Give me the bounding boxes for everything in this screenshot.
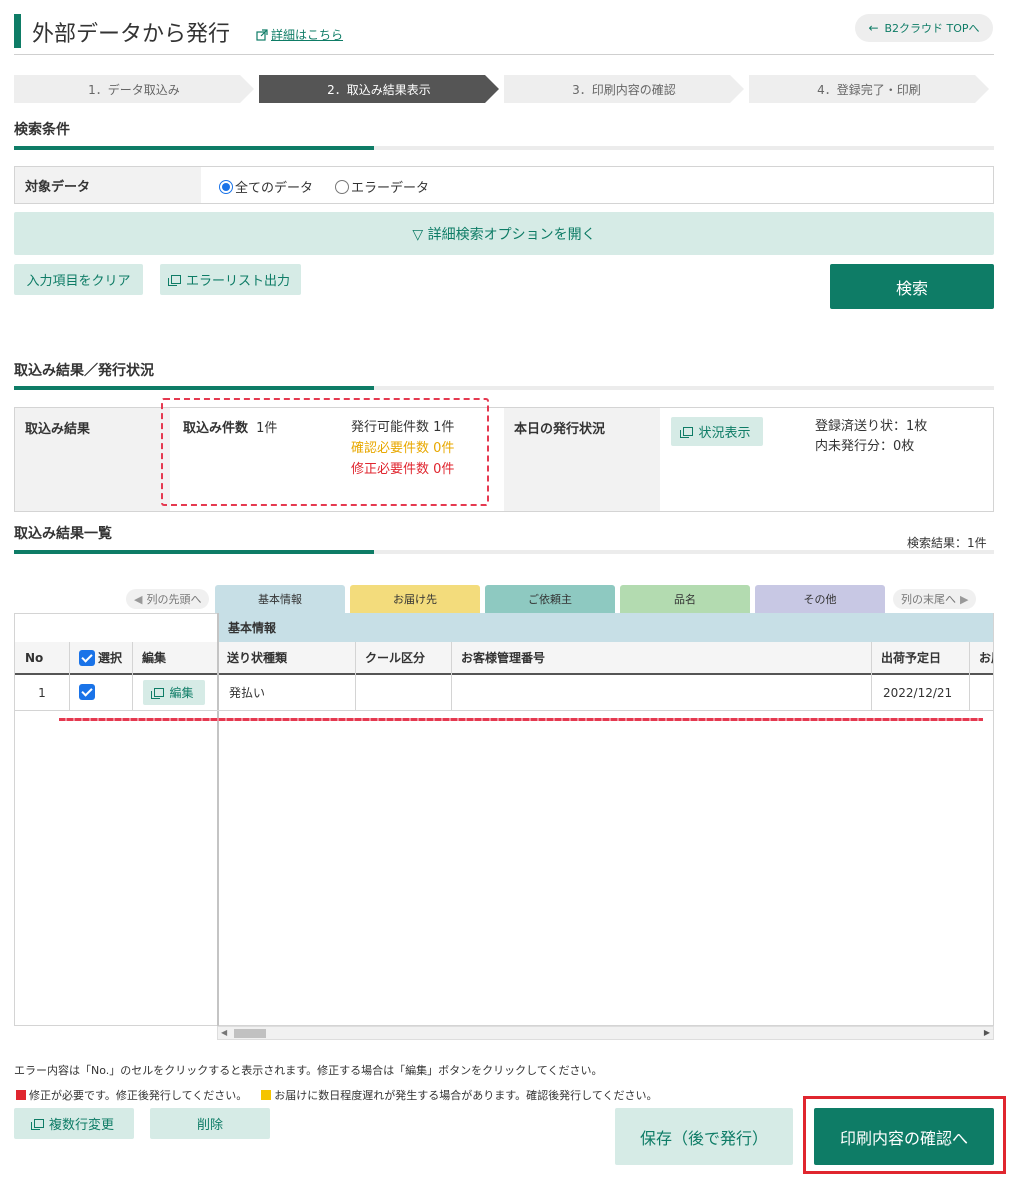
col-select[interactable]: 選択 bbox=[79, 642, 122, 673]
row-no[interactable]: 1 bbox=[15, 675, 69, 710]
section-underline bbox=[14, 146, 994, 150]
tab-delivery[interactable]: お届け先 bbox=[350, 585, 480, 613]
col-cool: クール区分 bbox=[365, 651, 426, 665]
results-table: 基本情報 No 選択 編集 送り状種類 クール区分 お客様管理番号 出荷予定日 … bbox=[14, 613, 994, 1026]
radio-error-data[interactable]: エラーデータ bbox=[335, 177, 429, 196]
group-header-basic: 基本情報 bbox=[218, 613, 993, 642]
scroll-thumb[interactable] bbox=[234, 1029, 266, 1038]
scroll-right-icon[interactable]: ▶ bbox=[984, 1028, 990, 1037]
legend-notes: 修正が必要です。修正後発行してください。 お届けに数日程度遅れが発生する場合があ… bbox=[16, 1087, 658, 1103]
step-3: 3．印刷内容の確認 bbox=[504, 75, 744, 103]
col-slip-type: 送り状種類 bbox=[227, 651, 288, 665]
legend-red: 修正が必要です。修正後発行してください。 bbox=[29, 1089, 248, 1102]
delete-button[interactable]: 削除 bbox=[150, 1108, 270, 1139]
save-later-button[interactable]: 保存（後で発行） bbox=[615, 1108, 793, 1165]
list-section-title: 取込み結果一覧 bbox=[14, 526, 112, 542]
arrow-left-icon: ← bbox=[868, 21, 879, 35]
multi-row-edit-button[interactable]: 複数行変更 bbox=[14, 1108, 134, 1139]
result-label: 取込み結果 bbox=[15, 408, 170, 511]
triangle-left-icon: ◀ bbox=[134, 592, 143, 606]
search-button[interactable]: 検索 bbox=[830, 264, 994, 309]
results-section-title: 取込み結果／発行状況 bbox=[14, 363, 154, 379]
step-1: 1．データ取込み bbox=[14, 75, 254, 103]
col-select-label: 選択 bbox=[98, 651, 123, 665]
col-customer-no: お客様管理番号 bbox=[461, 651, 546, 665]
section-underline bbox=[14, 386, 994, 390]
col-edit: 編集 bbox=[142, 651, 167, 665]
radio-all-indicator[interactable] bbox=[219, 179, 233, 194]
row-edit-button[interactable]: 編集 bbox=[143, 680, 205, 705]
radio-error-indicator[interactable] bbox=[335, 179, 349, 194]
search-section-title: 検索条件 bbox=[14, 122, 70, 138]
today-status-label: 本日の発行状況 bbox=[504, 408, 660, 511]
red-square-icon bbox=[16, 1090, 26, 1100]
open-detail-options-button[interactable]: ▽ 詳細検索オプションを開く bbox=[14, 212, 994, 255]
step-2: 2．取込み結果表示 bbox=[259, 75, 499, 103]
target-data-row: 対象データ 全てのデータ エラーデータ bbox=[14, 166, 994, 204]
nav-last-label: 列の末尾へ bbox=[901, 593, 956, 606]
page-title: 外部データから発行 bbox=[32, 22, 231, 47]
highlight-box bbox=[803, 1096, 1006, 1174]
col-ship-date: 出荷予定日 bbox=[881, 651, 942, 665]
select-all-checkbox[interactable] bbox=[79, 649, 95, 666]
title-accent-bar bbox=[14, 14, 21, 48]
nav-first-label: 列の先頭へ bbox=[146, 593, 202, 606]
status-display-button[interactable]: 状況表示 bbox=[671, 417, 763, 446]
row-checkbox[interactable] bbox=[79, 684, 95, 704]
section-underline bbox=[14, 550, 994, 554]
search-result-count: 検索結果：1件 bbox=[907, 536, 987, 550]
col-no: No bbox=[25, 650, 44, 665]
error-list-label: エラーリスト出力 bbox=[185, 274, 290, 289]
highlight-annotation bbox=[161, 398, 489, 506]
step-4: 4．登録完了・印刷 bbox=[749, 75, 989, 103]
target-data-label: 対象データ bbox=[15, 167, 201, 203]
row-edit-label: 編集 bbox=[169, 686, 194, 700]
header-divider bbox=[14, 54, 994, 55]
error-note: エラー内容は「No.」のセルをクリックすると表示されます。修正する場合は「編集」… bbox=[14, 1064, 603, 1077]
tab-other[interactable]: その他 bbox=[755, 585, 885, 613]
issue-status: 登録済送り状：1枚 内未発行分：0枚 bbox=[815, 417, 927, 457]
tab-basic-info[interactable]: 基本情報 bbox=[215, 585, 345, 613]
status-display-label: 状況表示 bbox=[698, 426, 751, 441]
detail-link[interactable]: 詳細はこちら bbox=[256, 26, 343, 43]
b2-top-label: B2クラウド TOPへ bbox=[884, 22, 980, 35]
row-ship-date: 2022/12/21 bbox=[883, 685, 953, 700]
nav-last-column[interactable]: 列の末尾へ ▶ bbox=[893, 589, 977, 609]
radio-all-data[interactable]: 全てのデータ bbox=[219, 177, 313, 196]
table-row[interactable]: 1 編集 発払い 2022/12/21 bbox=[15, 675, 993, 710]
yellow-square-icon bbox=[261, 1090, 272, 1100]
scroll-left-icon[interactable]: ◀ bbox=[221, 1028, 227, 1037]
col-extra: お届 bbox=[979, 651, 993, 665]
window-icon bbox=[167, 275, 181, 286]
unissued-count: 内未発行分：0枚 bbox=[815, 439, 915, 454]
window-icon bbox=[151, 688, 165, 699]
b2-top-button[interactable]: ← B2クラウド TOPへ bbox=[855, 14, 993, 42]
highlight-underline bbox=[59, 718, 983, 721]
window-icon bbox=[30, 1119, 44, 1130]
triangle-right-icon: ▶ bbox=[960, 592, 969, 606]
nav-first-column[interactable]: ◀ 列の先頭へ bbox=[126, 589, 210, 609]
tab-item-name[interactable]: 品名 bbox=[620, 585, 750, 613]
window-icon bbox=[680, 427, 694, 438]
detail-link-label: 詳細はこちら bbox=[271, 28, 344, 42]
registered-count: 登録済送り状：1枚 bbox=[815, 419, 928, 434]
radio-all-label: 全てのデータ bbox=[235, 181, 314, 196]
legend-yellow: お届けに数日程度遅れが発生する場合があります。確認後発行してください。 bbox=[274, 1089, 658, 1102]
external-link-icon bbox=[256, 28, 268, 41]
error-list-button[interactable]: エラーリスト出力 bbox=[160, 264, 301, 295]
tab-sender[interactable]: ご依頼主 bbox=[485, 585, 615, 613]
radio-error-label: エラーデータ bbox=[351, 181, 430, 196]
clear-inputs-button[interactable]: 入力項目をクリア bbox=[14, 264, 143, 295]
row-slip-type: 発払い bbox=[229, 686, 266, 700]
horizontal-scrollbar[interactable]: ◀ ▶ bbox=[217, 1026, 994, 1040]
multi-row-edit-label: 複数行変更 bbox=[48, 1118, 114, 1133]
